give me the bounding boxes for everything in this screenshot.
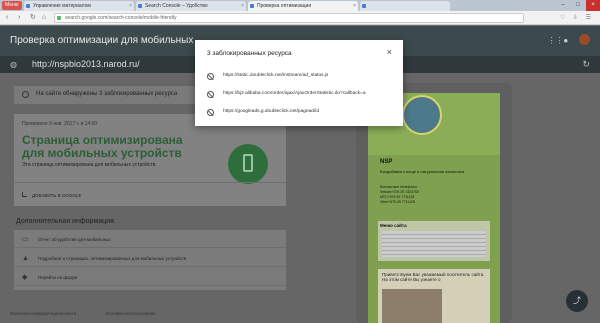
tab-favicon xyxy=(138,4,142,8)
close-icon[interactable]: × xyxy=(387,48,392,57)
tab-label: Search Console – Удобство xyxy=(145,3,208,9)
additional-info-heading: Дополнительная информация xyxy=(16,218,114,225)
blocked-resource-row[interactable]: https://bj2.alibaba.com/order/ajax/AjaxO… xyxy=(207,90,397,102)
browser-tab[interactable]: Управление материалом × xyxy=(24,1,134,11)
site-logo-icon xyxy=(402,95,442,135)
secure-lock-icon xyxy=(57,16,61,20)
reload-icon[interactable]: ↻ xyxy=(30,14,36,22)
tab-close-icon[interactable]: × xyxy=(353,1,356,11)
forward-icon[interactable]: › xyxy=(18,14,20,22)
privacy-link[interactable]: Политика конфиденциальности xyxy=(10,311,76,316)
list-item-label: Отчет об удобстве для мобильных xyxy=(38,237,111,242)
share-icon xyxy=(22,192,27,197)
address-input[interactable]: search.google.com/search-console/mobile-… xyxy=(54,13,524,23)
report-icon: ▭ xyxy=(22,236,29,243)
dialog-title: 3 заблокированных ресурса xyxy=(207,50,292,57)
test-date: Проверено 9 янв. 2017 г. в 14:00 xyxy=(22,121,98,127)
share-label: ДОБАВИТЬ В GOOGLE xyxy=(32,193,82,198)
apps-grid-icon[interactable]: ⋮⋮ xyxy=(548,37,564,45)
preview-menu-items xyxy=(382,231,486,257)
blocked-resource-row[interactable]: https://googleads.g.doubleclick.net/page… xyxy=(207,108,397,120)
blocked-resources-dialog: 3 заблокированных ресурса × https://stat… xyxy=(195,40,403,126)
resource-url: https://bj2.alibaba.com/order/ajax/AjaxO… xyxy=(223,91,366,96)
blocked-icon xyxy=(207,73,214,80)
blocked-icon xyxy=(207,109,214,116)
result-card: Проверено 9 янв. 2017 г. в 14:00 Страниц… xyxy=(14,114,286,206)
notifications-icon[interactable]: ● xyxy=(563,37,571,45)
blocked-icon xyxy=(207,91,214,98)
back-icon[interactable]: ‹ xyxy=(6,14,8,22)
info-icon xyxy=(22,91,29,98)
retest-icon[interactable]: ↻ xyxy=(582,59,590,70)
terms-link[interactable]: Условия использования xyxy=(106,311,156,316)
address-text: search.google.com/search-console/mobile-… xyxy=(65,15,177,21)
tab-close-icon[interactable]: × xyxy=(129,1,132,11)
preview-menu-title: Меню сайта xyxy=(380,223,407,228)
browser-tab[interactable]: Search Console – Удобство × xyxy=(136,1,246,11)
result-title: Страница оптимизирована для мобильных ус… xyxy=(22,133,183,160)
resource-url: https://googleads.g.doubleclick.net/page… xyxy=(223,109,320,114)
notice-text: На сайте обнаружены 3 заблокированных ре… xyxy=(36,91,178,97)
smartphone-icon xyxy=(243,154,253,172)
maximize-icon[interactable]: □ xyxy=(571,0,585,11)
mobile-preview-screen: NSP Биодобавки к пище и натуральная косм… xyxy=(368,93,500,323)
browser-tab-active[interactable]: Проверка оптимизации × xyxy=(248,1,358,11)
tab-favicon xyxy=(26,4,30,8)
list-item-label: Перейти на форум xyxy=(38,275,78,280)
forum-icon: ◆ xyxy=(22,274,28,281)
divider xyxy=(14,182,286,183)
browser-address-bar: ‹ › ↻ ⌂ search.google.com/search-console… xyxy=(0,11,600,25)
blocked-resource-row[interactable]: https://static.doubleclick.net/instream/… xyxy=(207,72,397,84)
tab-label: Управление материалом xyxy=(33,3,91,9)
preview-welcome-text: Приветствуем Вас уважаемый посетитель са… xyxy=(382,272,485,282)
learn-icon: ▲ xyxy=(22,255,29,262)
tab-favicon xyxy=(250,4,254,8)
preview-photo xyxy=(382,289,442,323)
list-item[interactable]: ◆ Перейти на форум xyxy=(14,270,286,286)
tab-favicon xyxy=(362,4,366,8)
result-subtitle: Эта страница оптимизирована для мобильны… xyxy=(22,162,157,168)
browser-tab[interactable] xyxy=(360,1,450,11)
preview-menu: Меню сайта xyxy=(378,221,490,261)
preview-contacts: Контактные телефоны: Velcom+375 29 13237… xyxy=(380,185,419,205)
window-close-icon[interactable]: × xyxy=(586,0,600,11)
share-button[interactable]: ДОБАВИТЬ В GOOGLE xyxy=(22,192,81,198)
tested-url-text[interactable]: http://nspbio2013.narod.ru/ xyxy=(32,59,140,69)
browser-tab-bar: Меню Управление материалом × Search Cons… xyxy=(0,0,600,11)
home-icon[interactable]: ⌂ xyxy=(42,14,46,22)
contact-line: Viber+375 29 7711125 xyxy=(380,200,415,204)
share-fab-button[interactable]: ⤴ xyxy=(566,290,588,312)
mobile-friendly-badge xyxy=(228,144,268,184)
tab-label: Проверка оптимизации xyxy=(257,3,312,9)
list-item-label: Подробнее о страницах, оптимизированных … xyxy=(38,256,187,261)
list-item[interactable]: ▭ Отчет об удобстве для мобильных xyxy=(14,232,286,248)
list-item[interactable]: ▲ Подробнее о страницах, оптимизированны… xyxy=(14,251,286,267)
preview-heading: NSP xyxy=(380,159,393,165)
additional-info-list: ▭ Отчет об удобстве для мобильных ▲ Подр… xyxy=(14,230,286,290)
footer: Политика конфиденциальности Условия испо… xyxy=(10,311,184,316)
preview-welcome: Приветствуем Вас уважаемый посетитель са… xyxy=(378,269,490,323)
globe-icon: ◍ xyxy=(10,60,17,69)
avatar[interactable] xyxy=(579,34,590,45)
resource-url: https://static.doubleclick.net/instream/… xyxy=(223,73,329,78)
minimize-icon[interactable]: – xyxy=(556,0,570,11)
tab-close-icon[interactable]: × xyxy=(241,1,244,11)
browser-menu-button[interactable]: Меню xyxy=(2,1,22,10)
preview-subtitle: Биодобавки к пище и натуральная косметик… xyxy=(380,169,465,174)
address-bar-icons[interactable]: ♡ ⇩ ☰ xyxy=(560,14,594,21)
page-title: Проверка оптимизации для мобильных xyxy=(10,35,194,46)
